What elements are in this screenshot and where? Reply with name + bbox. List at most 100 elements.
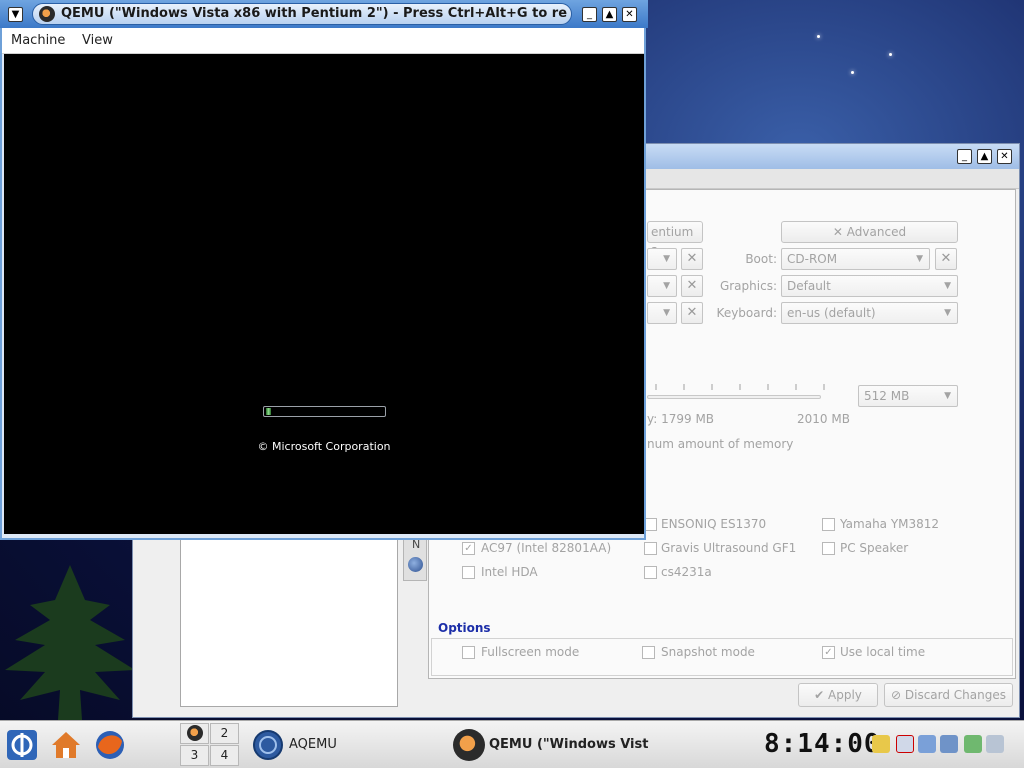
- kde-menu-icon[interactable]: [6, 729, 38, 761]
- fullscreen-checkbox[interactable]: [462, 646, 475, 659]
- memory-hint-text: num amount of memory: [647, 437, 794, 451]
- apply-button-label: Apply: [828, 688, 862, 702]
- pager-desktop-1[interactable]: [180, 723, 209, 744]
- free-memory-text: y: 1799 MB: [647, 412, 715, 426]
- keyboard-select-value: en-us (default): [787, 306, 876, 320]
- total-memory-text: 2010 MB: [797, 412, 850, 426]
- firefox-icon[interactable]: [94, 729, 126, 761]
- task-qemu[interactable]: QEMU ("Windows Vist: [450, 725, 650, 765]
- cpu-button[interactable]: entium 2: [647, 221, 703, 259]
- chevron-down-icon: ▼: [916, 254, 923, 264]
- cancel-icon: ⊘: [890, 688, 902, 702]
- advanced-button[interactable]: ✕ Advanced: [781, 221, 958, 243]
- klipper-icon[interactable]: [872, 735, 890, 753]
- pager-desktop-2[interactable]: 2: [210, 723, 239, 744]
- network-icon: [408, 557, 423, 572]
- chevron-down-icon: ▼: [944, 281, 951, 291]
- close-icon[interactable]: ✕: [622, 7, 637, 22]
- discard-button-label: Discard Changes: [904, 688, 1007, 702]
- star: [851, 71, 854, 74]
- qemu-window-title: QEMU ("Windows Vista x86 with Pentium 2"…: [61, 6, 568, 21]
- qemu-logo-icon: [39, 6, 55, 22]
- qemu-logo-icon: [453, 729, 485, 761]
- window-menu-icon[interactable]: ▼: [8, 7, 23, 22]
- network-status-icon[interactable]: [896, 735, 914, 753]
- sound-label: AC97 (Intel 82801AA): [481, 541, 612, 555]
- minimize-icon[interactable]: _: [582, 7, 597, 22]
- chevron-down-icon: ▼: [944, 308, 951, 318]
- sound-label: Intel HDA: [481, 565, 538, 579]
- boot-progress-bar: [263, 406, 386, 417]
- qemu-menubar: Machine View: [2, 28, 644, 54]
- sound-checkbox-gus[interactable]: [644, 542, 657, 555]
- maximize-icon[interactable]: ▲: [977, 149, 992, 164]
- tools-icon[interactable]: ✕: [681, 248, 703, 270]
- snapshot-checkbox[interactable]: [642, 646, 655, 659]
- partial-combo-3[interactable]: ▼: [647, 302, 677, 324]
- clock[interactable]: 8:14:00: [764, 729, 881, 759]
- task-label: AQEMU: [289, 737, 337, 752]
- vm-list[interactable]: [180, 524, 398, 707]
- home-icon[interactable]: [50, 729, 82, 761]
- sound-label: PC Speaker: [840, 541, 909, 555]
- check-icon: ✔: [814, 688, 825, 702]
- graphics-label: Graphics:: [719, 279, 777, 293]
- boot-label: Boot:: [745, 252, 777, 266]
- sound-checkbox-pcspk[interactable]: [822, 542, 835, 555]
- sound-checkbox-ym3812[interactable]: [822, 518, 835, 531]
- partial-combo-2[interactable]: ▼: [647, 275, 677, 297]
- sound-label: cs4231a: [661, 565, 712, 579]
- keyboard-select[interactable]: en-us (default) ▼: [781, 302, 958, 324]
- options-title: Options: [438, 621, 491, 635]
- pager-desktop-3[interactable]: 3: [180, 745, 209, 766]
- qemu-logo-icon: [187, 725, 203, 741]
- monitor-icon[interactable]: [940, 735, 958, 753]
- qemu-title-pill[interactable]: QEMU ("Windows Vista x86 with Pentium 2"…: [32, 3, 572, 25]
- slider-ticks: [655, 384, 825, 390]
- star: [889, 53, 892, 56]
- chevron-down-icon: ▼: [944, 391, 951, 401]
- sound-label: Gravis Ultrasound GF1: [661, 541, 797, 555]
- star: [817, 35, 820, 38]
- option-label: Fullscreen mode: [481, 645, 580, 659]
- memory-slider[interactable]: [647, 395, 821, 399]
- boot-select[interactable]: CD-ROM ▼: [781, 248, 930, 270]
- graphics-select[interactable]: Default ▼: [781, 275, 958, 297]
- sound-label: Yamaha YM3812: [840, 517, 940, 531]
- graphics-select-value: Default: [787, 279, 831, 293]
- keyboard-label: Keyboard:: [716, 306, 777, 320]
- device-icon[interactable]: [986, 735, 1004, 753]
- display-icon[interactable]: [918, 735, 936, 753]
- desktop-pager[interactable]: 2 3 4: [180, 723, 240, 767]
- maximize-icon[interactable]: ▲: [602, 7, 617, 22]
- option-label: Use local time: [840, 645, 926, 659]
- qemu-window: ▼ QEMU ("Windows Vista x86 with Pentium …: [0, 0, 648, 540]
- apply-button[interactable]: ✔ Apply: [798, 683, 878, 707]
- memory-spinbox[interactable]: 512 MB ▼: [858, 385, 958, 407]
- memory-spinbox-value: 512 MB: [864, 389, 910, 403]
- tools-icon[interactable]: ✕: [681, 275, 703, 297]
- vm-screen[interactable]: © Microsoft Corporation: [4, 54, 644, 534]
- partial-combo-1[interactable]: ▼: [647, 248, 677, 270]
- updates-icon[interactable]: [964, 735, 982, 753]
- tools-icon[interactable]: ✕: [681, 302, 703, 324]
- close-icon[interactable]: ✕: [997, 149, 1012, 164]
- qemu-titlebar[interactable]: ▼ QEMU ("Windows Vista x86 with Pentium …: [0, 0, 648, 28]
- sound-checkbox-ac97[interactable]: ✓: [462, 542, 475, 555]
- menu-machine[interactable]: Machine: [11, 33, 65, 48]
- task-aqemu[interactable]: AQEMU: [250, 725, 440, 765]
- advanced-button-label: Advanced: [846, 225, 907, 239]
- boot-progress-fill: [266, 408, 271, 415]
- aqemu-icon: [253, 730, 283, 760]
- minimize-icon[interactable]: _: [957, 149, 972, 164]
- taskbar: 2 3 4 AQEMU QEMU ("Windows Vist 8:14:00: [0, 720, 1024, 768]
- sound-checkbox-hda[interactable]: [462, 566, 475, 579]
- sound-checkbox-cs4231a[interactable]: [644, 566, 657, 579]
- menu-view[interactable]: View: [82, 33, 113, 48]
- localtime-checkbox[interactable]: ✓: [822, 646, 835, 659]
- pager-desktop-4[interactable]: 4: [210, 745, 239, 766]
- sound-label: ENSONIQ ES1370: [661, 517, 767, 531]
- discard-button[interactable]: ⊘ Discard Changes: [884, 683, 1013, 707]
- tools-icon[interactable]: ✕: [935, 248, 957, 270]
- option-label: Snapshot mode: [661, 645, 755, 659]
